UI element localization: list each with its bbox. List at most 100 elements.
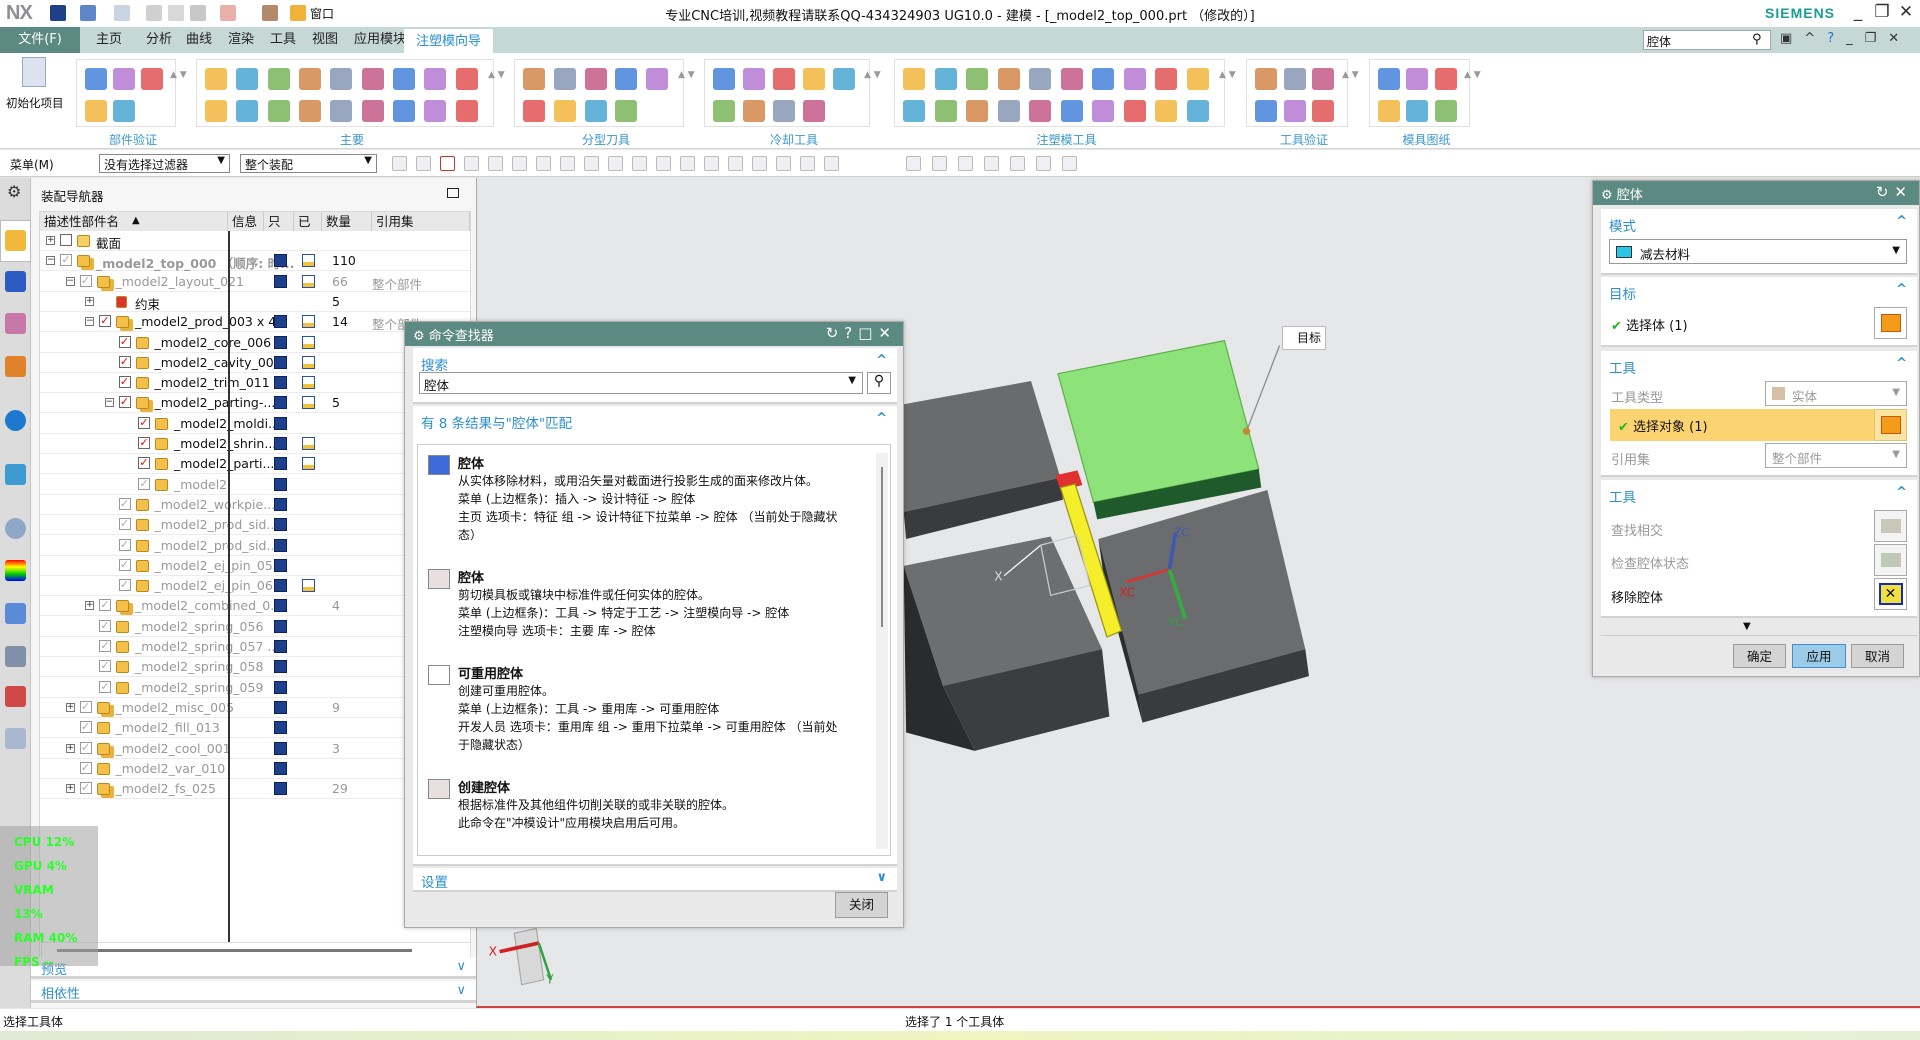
bounding-body-icon[interactable] bbox=[934, 100, 957, 122]
select-body-row[interactable]: ✔ 选择体 (1) bbox=[1611, 315, 1688, 334]
create-box-icon[interactable] bbox=[903, 68, 925, 90]
parting-line-icon[interactable] bbox=[584, 68, 607, 90]
expand-more-icon[interactable]: ▼ bbox=[1743, 621, 1751, 632]
trim-solid-icon[interactable] bbox=[1060, 68, 1083, 90]
minimize-icon[interactable]: _ bbox=[1846, 2, 1870, 22]
ribbon-scroll-icon[interactable]: ▲ ▼ bbox=[488, 63, 505, 87]
chevron-down-icon[interactable]: ∨ bbox=[876, 870, 887, 885]
visibility-checkbox[interactable]: ✓ bbox=[138, 477, 150, 490]
snap-tool-icon[interactable] bbox=[608, 156, 623, 171]
merge-icon[interactable] bbox=[1092, 100, 1114, 122]
slider-icon[interactable] bbox=[205, 100, 227, 122]
column-header-5[interactable]: 引用集 bbox=[372, 212, 470, 231]
slider-check-icon[interactable] bbox=[1312, 68, 1335, 90]
sub-insert-icon[interactable] bbox=[236, 100, 259, 122]
dialog-controls[interactable]: ↻✕ bbox=[1876, 183, 1913, 201]
part-navigator-icon[interactable] bbox=[5, 313, 26, 334]
visibility-checkbox[interactable]: ✓ bbox=[99, 599, 111, 612]
chevron-up-icon[interactable]: ^ bbox=[1896, 485, 1907, 500]
palette-icon[interactable] bbox=[5, 728, 26, 749]
gear-icon[interactable]: ⚙ bbox=[413, 329, 425, 344]
visibility-checkbox[interactable]: ✓ bbox=[118, 518, 131, 531]
snap-tool-icon[interactable] bbox=[632, 156, 647, 171]
search-icon[interactable]: ⚲ bbox=[867, 372, 891, 394]
tree-row[interactable]: + 截面 bbox=[40, 231, 470, 251]
init-project-button[interactable]: 初始化项目 bbox=[6, 95, 64, 111]
check-region-icon[interactable] bbox=[1255, 68, 1277, 90]
expand-toggle-icon[interactable]: + bbox=[65, 702, 75, 712]
close-button[interactable]: 关闭 bbox=[835, 892, 888, 918]
apply-button[interactable]: 应用 bbox=[1792, 644, 1846, 668]
draft-check-icon[interactable] bbox=[113, 68, 135, 90]
expand-toggle-icon[interactable]: + bbox=[65, 784, 75, 794]
extend-icon[interactable] bbox=[713, 100, 735, 122]
snap-tool-icon[interactable] bbox=[440, 156, 455, 171]
sort-ascending-icon[interactable]: ▲ bbox=[132, 215, 140, 226]
result-item[interactable]: 可重用腔体 创建可重用腔体。 菜单 (上边框条)：工具 -> 重用库 -> 可重用腔… bbox=[428, 663, 858, 754]
result-item[interactable]: 腔体设计在冲模板或镶块中为标准件或任何实体剪切腔体。 bbox=[428, 855, 858, 856]
reference-blend-icon[interactable] bbox=[1155, 68, 1177, 90]
thickness-icon[interactable] bbox=[141, 68, 163, 90]
process-studio-icon[interactable] bbox=[5, 603, 26, 624]
ribbon-scroll-icon[interactable]: ▲ ▼ bbox=[170, 63, 187, 87]
mode-dropdown[interactable]: 减去材料 ▼ bbox=[1609, 239, 1907, 264]
wave-icon[interactable] bbox=[997, 100, 1020, 122]
plug-icon[interactable] bbox=[743, 100, 765, 122]
refset-dropdown[interactable]: 整个部件 ▼ bbox=[1765, 443, 1907, 468]
info-icon[interactable] bbox=[5, 410, 26, 431]
column-header-2[interactable]: 只 bbox=[264, 212, 294, 231]
extend-sheet-icon[interactable] bbox=[1123, 68, 1146, 90]
ok-button[interactable]: 确定 bbox=[1733, 644, 1786, 668]
visibility-checkbox[interactable]: ✓ bbox=[99, 315, 111, 328]
selection-scope-dropdown[interactable]: 整个装配 ▼ bbox=[240, 154, 377, 173]
tab-8[interactable]: 注塑模向导 bbox=[404, 27, 494, 53]
closed-region-icon[interactable] bbox=[903, 100, 925, 122]
snap-tool-icon[interactable] bbox=[488, 156, 503, 171]
find-intersect-button[interactable] bbox=[1874, 510, 1907, 542]
define-region-icon[interactable] bbox=[615, 68, 638, 90]
snap-tool-icon[interactable] bbox=[392, 156, 407, 171]
visibility-checkbox[interactable]: ✓ bbox=[118, 396, 131, 409]
snap-tool-icon[interactable] bbox=[932, 156, 947, 171]
mold-csys-icon[interactable] bbox=[236, 68, 259, 90]
sheet-patch-icon[interactable] bbox=[997, 68, 1020, 90]
parting-surface-icon[interactable] bbox=[646, 68, 669, 90]
tab-0[interactable]: 文件(F) bbox=[0, 27, 80, 53]
column-header-4[interactable]: 数量 bbox=[322, 212, 372, 231]
workpiece-icon[interactable] bbox=[299, 68, 321, 90]
roles-icon[interactable] bbox=[5, 646, 26, 667]
visibility-checkbox[interactable]: ✓ bbox=[99, 619, 111, 632]
expand-toggle-icon[interactable]: − bbox=[46, 256, 55, 266]
maximize-icon[interactable] bbox=[447, 188, 459, 198]
snap-tool-icon[interactable] bbox=[536, 156, 551, 171]
visibility-checkbox[interactable]: ✓ bbox=[118, 376, 131, 389]
snap-tool-icon[interactable] bbox=[984, 156, 999, 171]
chevron-up-icon[interactable]: ^ bbox=[876, 411, 887, 426]
electrode-drawing-icon[interactable] bbox=[1406, 100, 1429, 122]
column-divider[interactable] bbox=[228, 231, 230, 971]
menu-button[interactable]: 菜单(M) bbox=[10, 156, 54, 173]
wizard-tool-icon[interactable] bbox=[1186, 68, 1209, 90]
ribbon-scroll-icon[interactable]: ▲ ▼ bbox=[864, 63, 881, 87]
scrollbar-thumb[interactable] bbox=[57, 949, 412, 952]
visibility-checkbox[interactable]: ✓ bbox=[79, 782, 92, 795]
ribbon-scroll-icon[interactable]: ▲ ▼ bbox=[1464, 63, 1481, 87]
copy-icon[interactable] bbox=[584, 100, 607, 122]
visibility-checkbox[interactable]: ✓ bbox=[79, 721, 92, 734]
system-scene-icon[interactable] bbox=[5, 686, 26, 707]
tree-row[interactable]: − ✓ _model2_top_000 （顺序: 时... 110 bbox=[40, 251, 470, 272]
help-icon[interactable]: ? bbox=[1827, 31, 1846, 46]
connect-icon[interactable] bbox=[833, 68, 855, 90]
chevron-up-icon[interactable]: ^ bbox=[1896, 214, 1907, 229]
select-object-row[interactable]: ✔ 选择对象 (1) bbox=[1610, 409, 1874, 441]
curve-patch-icon[interactable] bbox=[553, 68, 576, 90]
tree-row[interactable]: − ✓ _model2_layout_021 66 整个部件 bbox=[40, 272, 470, 292]
snap-tool-icon[interactable] bbox=[680, 156, 695, 171]
tab-1[interactable]: 主页 bbox=[84, 27, 134, 53]
mold-base-check-icon[interactable] bbox=[1283, 68, 1306, 90]
system-materials-icon[interactable] bbox=[5, 560, 26, 581]
chevron-up-icon[interactable]: ^ bbox=[876, 353, 887, 368]
edge-patch-icon[interactable] bbox=[1029, 68, 1051, 90]
bom-table-icon[interactable] bbox=[1434, 100, 1457, 122]
snap-tool-icon[interactable] bbox=[656, 156, 671, 171]
